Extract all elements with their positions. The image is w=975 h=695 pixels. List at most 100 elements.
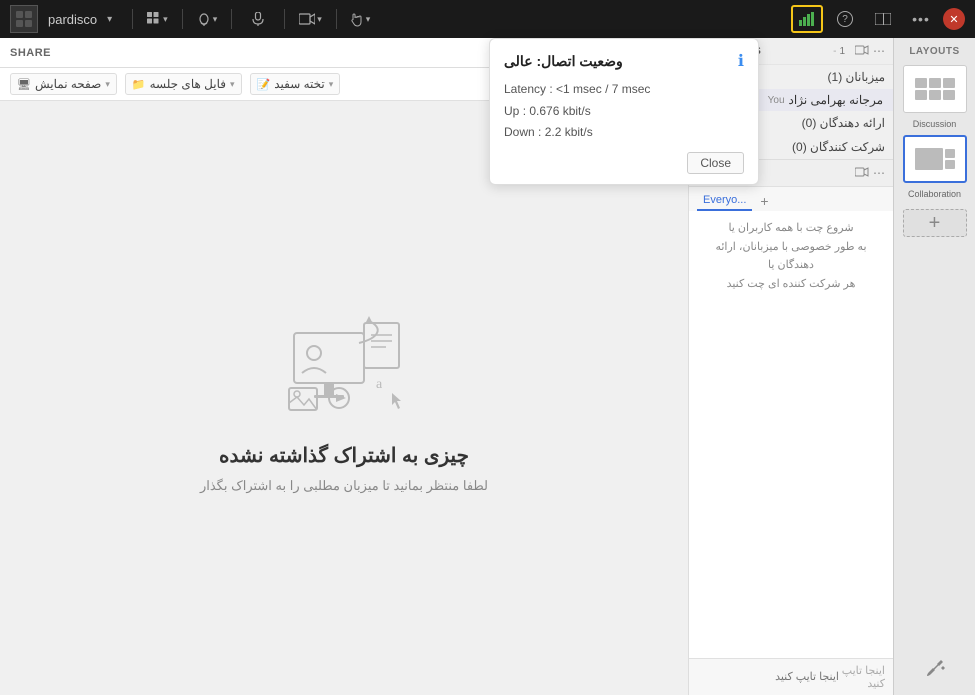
chat-video-button[interactable]	[855, 166, 869, 180]
audio-icon	[197, 12, 211, 26]
latency-label: Latency	[504, 82, 546, 96]
screen-layout-icon	[875, 13, 891, 25]
empty-state-title: چیزی به اشتراک گذاشته نشده	[219, 443, 469, 468]
share-files-chevron-icon: ▾	[230, 79, 235, 90]
help-button[interactable]: ?	[829, 5, 861, 33]
mic-button[interactable]	[242, 5, 274, 33]
share-files-icon: 📁	[132, 78, 146, 91]
chat-tab-everyone[interactable]: Everyo...	[697, 191, 752, 211]
share-label: SHARE	[10, 47, 51, 59]
apps-button[interactable]: ▾	[143, 5, 172, 33]
chat-info-line3: هر شرکت کننده ای چت کنید	[727, 278, 856, 290]
camera-button[interactable]: ▾	[295, 5, 326, 33]
chat-info-line2: به طور خصوصی با میزبانان، ارائه دهندگان …	[715, 241, 866, 272]
signal-button[interactable]	[791, 5, 823, 33]
collaboration-layout-preview	[915, 148, 955, 170]
close-window-button[interactable]: ✕	[943, 8, 965, 30]
topbar: pardisco ▾ ▾ ▾	[0, 0, 975, 38]
up-stat: Up : 0.676 kbit/s	[504, 101, 744, 123]
chat-video-icon	[855, 167, 869, 177]
discussion-layout-item[interactable]	[903, 65, 967, 113]
layout-cell	[915, 90, 927, 100]
attendees-video-button[interactable]	[855, 44, 869, 58]
latency-stat: Latency : <1 msec / 7 msec	[504, 79, 744, 101]
chat-input-placeholder: اینجا تایپ کنید	[839, 664, 885, 690]
add-layout-icon: +	[929, 213, 941, 233]
topbar-separator-5	[336, 9, 337, 29]
attendees-video-icon	[855, 45, 869, 55]
chat-section: CHAT ⋯ Everyo... + شروع چت با همه کاربرا…	[689, 159, 893, 695]
chat-more-button[interactable]: ⋯	[873, 166, 885, 180]
connection-popup: وضعیت اتصال: عالی ℹ Latency : <1 msec / …	[489, 38, 759, 185]
logo-icon	[15, 10, 33, 28]
layout-side-cell	[945, 149, 955, 158]
attendees-more-button[interactable]: ⋯	[873, 44, 885, 58]
collaboration-layout-label: Collaboration	[908, 189, 961, 199]
popup-close-button[interactable]: Close	[687, 152, 744, 174]
audio-button[interactable]: ▾	[193, 5, 222, 33]
tools-button[interactable]	[917, 650, 953, 691]
app-logo	[10, 5, 38, 33]
add-layout-button[interactable]: +	[903, 209, 967, 237]
popup-header: وضعیت اتصال: عالی ℹ	[504, 51, 744, 71]
layouts-label: LAYOUTS	[909, 42, 959, 65]
hand-icon	[351, 12, 364, 27]
chat-body[interactable]: شروع چت با همه کاربران یا به طور خصوصی ب…	[689, 211, 893, 658]
share-files-button[interactable]: 📁 فایل های جلسه ▾	[125, 73, 242, 95]
down-label: Down	[504, 125, 535, 139]
layout-cell	[943, 78, 955, 88]
camera-icon	[299, 13, 315, 25]
down-value: : 2.2 kbit/s	[538, 125, 593, 139]
app-chevron-icon[interactable]: ▾	[107, 14, 112, 25]
hand-chevron-icon: ▾	[366, 14, 371, 25]
up-value: : 0.676 kbit/s	[523, 104, 591, 118]
latency-value: : <1 msec / 7 msec	[549, 82, 650, 96]
chat-info-line1: شروع چت با همه کاربران یا	[728, 222, 853, 234]
audio-chevron-icon: ▾	[213, 14, 218, 25]
chat-input-row: اینجا تایپ کنید	[689, 658, 893, 695]
camera-chevron-icon: ▾	[317, 14, 322, 25]
empty-illustration-svg: a	[264, 303, 424, 433]
chat-tabs: Everyo... +	[689, 187, 893, 211]
discussion-layout-preview	[915, 78, 955, 100]
share-whiteboard-button[interactable]: 📝 تخته سفید ▾	[250, 73, 341, 95]
signal-icon	[799, 12, 815, 26]
popup-title: وضعیت اتصال: عالی	[504, 53, 623, 70]
layouts-sidebar: LAYOUTS Discussion	[893, 38, 975, 695]
empty-state-illustration: a	[264, 303, 424, 433]
empty-state-subtitle: لطفا منتظر بمانید تا میزبان مطلبی را به …	[200, 478, 488, 494]
hand-button[interactable]: ▾	[347, 5, 375, 33]
close-window-icon: ✕	[949, 13, 958, 26]
topbar-separator-4	[284, 9, 285, 29]
chat-add-tab-button[interactable]: +	[756, 191, 772, 211]
topbar-separator-3	[231, 9, 232, 29]
participant-you-label: You	[768, 95, 785, 106]
share-screen-label: صفحه نمایش	[35, 77, 101, 91]
mic-icon	[251, 12, 265, 26]
participant-name: مرجانه بهرامی نژاد	[789, 93, 883, 107]
share-screen-icon: 🖥	[17, 78, 31, 91]
layout-cell	[943, 90, 955, 100]
share-whiteboard-label: تخته سفید	[274, 77, 325, 91]
chat-input[interactable]	[697, 671, 839, 683]
share-whiteboard-chevron-icon: ▾	[329, 79, 334, 90]
topbar-separator-1	[132, 9, 133, 29]
popup-stats: Latency : <1 msec / 7 msec Up : 0.676 kb…	[504, 79, 744, 144]
down-stat: Down : 2.2 kbit/s	[504, 122, 744, 144]
more-options-button[interactable]: •••	[905, 5, 937, 33]
empty-state: a چیزی به اشتراک گذاشته نشده لطفا منتظر …	[0, 101, 688, 695]
attendees-count: 1	[839, 46, 845, 57]
share-screen-button[interactable]: 🖥 صفحه نمایش ▾	[10, 73, 117, 95]
help-icon: ?	[837, 11, 853, 27]
more-options-icon: •••	[912, 11, 930, 27]
screen-layout-button[interactable]	[867, 5, 899, 33]
layout-cell	[915, 78, 927, 88]
layout-cell	[929, 90, 941, 100]
attendees-separator: -	[833, 46, 836, 57]
popup-close-row: Close	[504, 152, 744, 174]
collaboration-layout-item[interactable]	[903, 135, 967, 183]
layout-main-cell	[915, 148, 943, 170]
topbar-separator-2	[182, 9, 183, 29]
app-name: pardisco	[48, 12, 97, 27]
chat-info-text: شروع چت با همه کاربران یا به طور خصوصی ب…	[697, 219, 885, 294]
